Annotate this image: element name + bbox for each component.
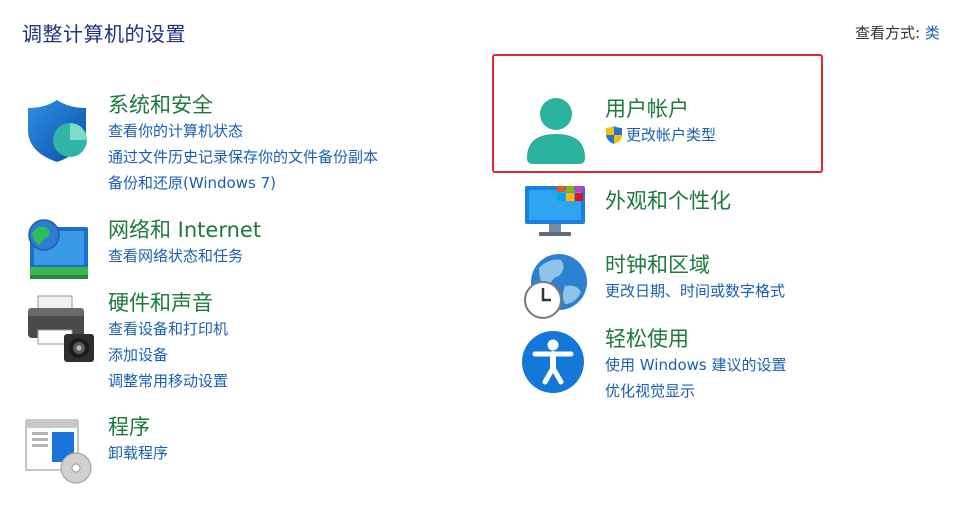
category-title-appearance[interactable]: 外观和个性化: [605, 188, 731, 214]
category-title-network[interactable]: 网络和 Internet: [108, 217, 261, 243]
appearance-monitor-icon: [525, 186, 585, 236]
link-file-history-backup[interactable]: 通过文件历史记录保存你的文件备份副本: [108, 144, 378, 170]
category-title-clock-region[interactable]: 时钟和区域: [605, 252, 785, 278]
network-globe-icon: [28, 219, 88, 279]
category-title-system-security[interactable]: 系统和安全: [108, 92, 378, 118]
category-title-hardware[interactable]: 硬件和声音: [108, 290, 228, 316]
view-mode: 查看方式: 类: [855, 22, 940, 43]
link-add-device[interactable]: 添加设备: [108, 342, 228, 368]
link-view-computer-status[interactable]: 查看你的计算机状态: [108, 118, 378, 144]
clock-globe-icon: [524, 254, 587, 319]
link-devices-printers[interactable]: 查看设备和打印机: [108, 316, 228, 342]
shield-icon: [28, 100, 87, 162]
view-mode-dropdown[interactable]: 类: [925, 24, 940, 42]
printer-icon: [28, 295, 94, 362]
category-title-programs[interactable]: 程序: [108, 414, 168, 440]
link-mobility-settings[interactable]: 调整常用移动设置: [108, 368, 228, 394]
accessibility-icon: [522, 331, 584, 393]
control-panel-page: 调整计算机的设置 查看方式: 类 系统和安全 查看你的计算机状态 通过文件历史记…: [0, 0, 953, 511]
link-optimize-visual-display[interactable]: 优化视觉显示: [605, 378, 787, 404]
link-date-time-format[interactable]: 更改日期、时间或数字格式: [605, 278, 785, 304]
link-windows-recommended-settings[interactable]: 使用 Windows 建议的设置: [605, 352, 787, 378]
link-network-status[interactable]: 查看网络状态和任务: [108, 243, 261, 269]
highlight-box: [492, 54, 823, 173]
programs-icon: [25, 419, 92, 484]
view-mode-label: 查看方式:: [855, 24, 921, 42]
page-title: 调整计算机的设置: [22, 22, 186, 46]
category-title-ease-of-access[interactable]: 轻松使用: [605, 326, 787, 352]
link-backup-restore[interactable]: 备份和还原(Windows 7): [108, 170, 378, 196]
link-uninstall-program[interactable]: 卸载程序: [108, 440, 168, 466]
